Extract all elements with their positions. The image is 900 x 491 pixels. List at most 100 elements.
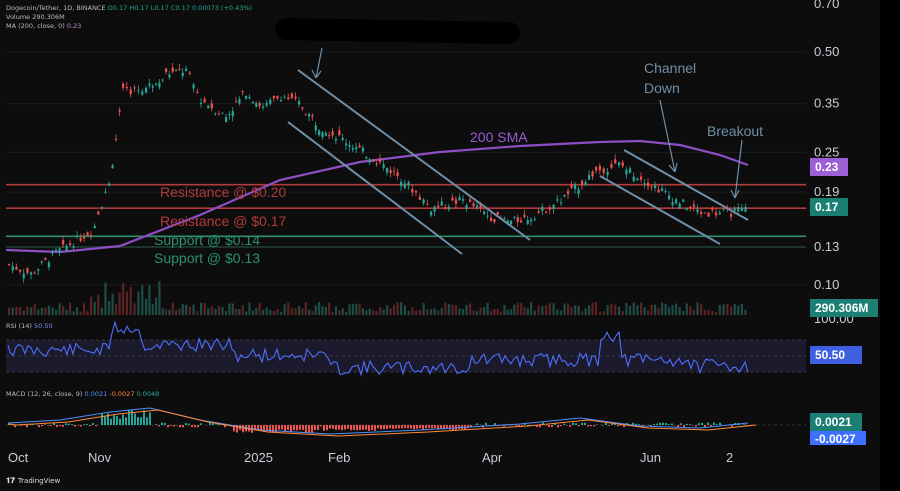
volume-bar [591,302,594,315]
volume-bar [133,303,136,315]
macd-hist-bar [146,417,148,425]
candle [696,209,699,213]
volume-bar [400,302,403,315]
macd-hist-bar [158,425,160,427]
candle [100,206,103,208]
candle [8,264,11,266]
volume-bar [389,308,392,315]
macd-hist-bar [389,425,391,429]
candle [151,86,154,88]
candle [526,220,529,225]
volume-bar [334,306,338,315]
candle [465,205,468,209]
candle [97,211,100,215]
candle [178,68,181,70]
macd-hist-bar [458,425,460,430]
volume-bar [178,308,181,315]
volume-bar [696,302,699,315]
candle [118,109,121,112]
volume-bar [632,302,635,315]
volume-bar [486,302,489,315]
volume-bar [533,310,536,315]
volume-bar [730,306,733,315]
volume-bar [711,310,714,315]
candle [523,214,526,217]
macd-hist-bar [434,425,436,429]
volume-bar [203,303,206,315]
macd-tag: 0.0021 [810,413,862,431]
volume-bar [19,307,22,315]
volume-bar [8,307,11,315]
volume-bar [328,302,331,315]
volume-bar [40,307,43,315]
volume-bar [221,307,224,315]
volume-bar [382,309,385,315]
macd-hist-bar [143,410,145,425]
candle [711,208,714,211]
volume-bar [192,304,195,315]
candle [472,203,475,207]
volume-bar [272,310,275,315]
candle [722,208,725,210]
candle [133,87,136,89]
volume-bar [294,308,297,315]
macd-hist-bar [686,423,688,425]
macd-hist-bar [668,424,670,425]
tradingview-footer[interactable]: 𝟏𝟕 TradingView [6,476,60,486]
volume-bar [437,310,440,315]
candle [104,191,107,193]
candle [516,217,519,222]
macd-hist-bar [95,425,97,427]
macd-hist-bar [161,422,163,425]
candle [231,111,234,117]
volume-bar [324,307,327,315]
candle [351,148,354,150]
volume-bar [570,306,573,315]
volume-bar [314,305,317,315]
volume-bar [158,281,161,315]
volume-bar [51,307,54,315]
candle [621,162,624,167]
volume-bar [125,291,129,315]
volume-bar [506,309,509,315]
macd-hist-bar [290,425,292,432]
candle [668,195,671,200]
candle [262,106,265,108]
volume-bar [396,302,399,315]
volume-bar [469,303,472,315]
macd-hist-bar [278,425,280,430]
volume-bar [668,307,671,315]
candle [47,262,51,267]
volume-bar [86,311,89,315]
price-chart-svg: Resistance @ $0.20 Resistance @ $0.17 Supp… [5,0,878,465]
candle [643,183,646,185]
candle [276,95,279,99]
candle [556,199,559,201]
volume-bar [433,308,436,315]
macd-hist-bar [347,425,349,429]
rsi-header: RSI (14) 50.50 [6,322,53,330]
candle [294,96,297,99]
candle [682,199,685,202]
candle [141,91,144,95]
channel-label: Channel [644,60,696,76]
macd-hist-bar [62,425,64,427]
macd-hist-bar [704,425,706,428]
volume-bar [262,309,265,315]
candle [30,272,33,275]
macd-hist-bar [47,425,49,426]
macd-hist-bar [425,425,427,429]
volume-bar [122,282,125,315]
candle [422,199,425,204]
volume-bar [248,302,251,315]
candle [382,164,385,168]
macd-hist-bar [680,423,682,425]
candle [577,189,580,195]
candle [606,171,609,176]
volume-bar [458,308,461,315]
candle [171,67,174,72]
macd-hist-bar [44,424,46,425]
chart-area[interactable]: Dogecoin/Tether, 1D, BINANCE O0.17 H0.17… [0,0,880,491]
candle [341,137,344,140]
price-axis-label: 0.70 [814,0,839,11]
